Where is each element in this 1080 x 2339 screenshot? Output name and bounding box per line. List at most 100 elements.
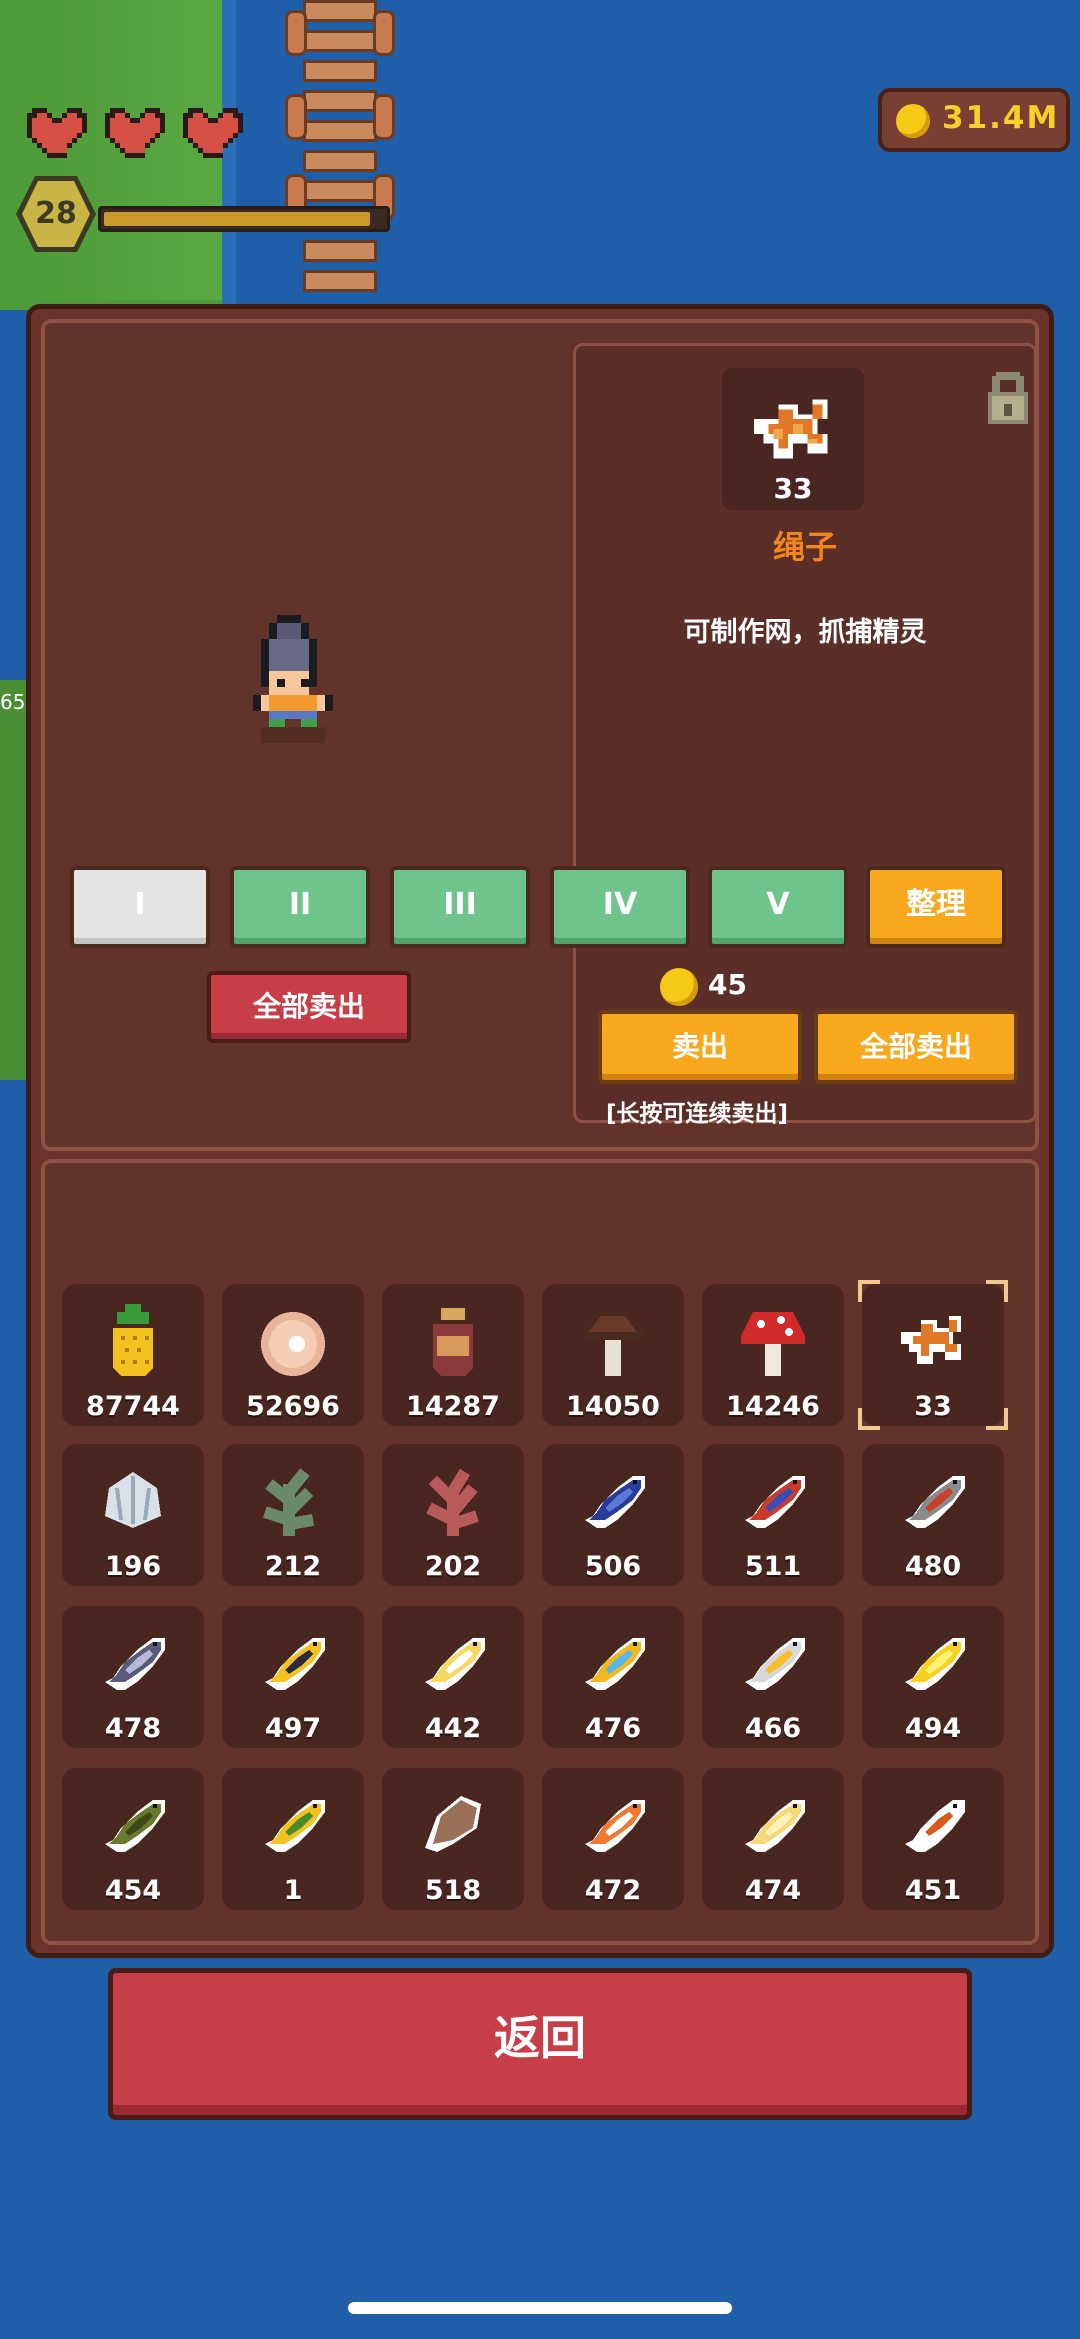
slot-count: 14050 bbox=[566, 1391, 660, 1422]
inventory-slot[interactable]: 494 bbox=[862, 1606, 1004, 1748]
selection-corner bbox=[986, 1280, 1008, 1302]
inventory-slot[interactable]: 212 bbox=[222, 1444, 364, 1586]
slot-count: 506 bbox=[584, 1551, 642, 1582]
inventory-slot[interactable]: 480 bbox=[862, 1444, 1004, 1586]
inventory-slot[interactable]: 506 bbox=[542, 1444, 684, 1586]
inventory-slot[interactable]: 1 bbox=[222, 1768, 364, 1910]
detail-area: 全部卖出 33 绳子 可制作网，抓捕精灵 45 卖出 全部卖出 [长按可连续卖出… bbox=[41, 319, 1039, 1151]
inventory-slot[interactable]: 474 bbox=[702, 1768, 844, 1910]
home-indicator bbox=[348, 2302, 732, 2314]
sort-button[interactable]: 整理 bbox=[866, 866, 1006, 948]
yellow-striped-fish-icon bbox=[253, 1620, 333, 1704]
lock-icon[interactable] bbox=[984, 368, 1032, 428]
inventory-slot[interactable]: 472 bbox=[542, 1768, 684, 1910]
slot-count: 494 bbox=[904, 1713, 962, 1744]
inventory-slot[interactable]: 14050 bbox=[542, 1284, 684, 1426]
slot-count: 33 bbox=[914, 1391, 952, 1422]
back-button[interactable]: 返回 bbox=[108, 1968, 972, 2120]
pearl-icon bbox=[253, 1298, 333, 1382]
pale-gold-fish-icon bbox=[733, 1782, 813, 1866]
brown-mushroom-icon bbox=[573, 1298, 653, 1382]
inventory-slot[interactable]: 14246 bbox=[702, 1284, 844, 1426]
tab-page-2[interactable]: II bbox=[230, 866, 370, 948]
red-mushroom-icon bbox=[733, 1298, 813, 1382]
coin-counter: 31.4M bbox=[878, 88, 1070, 152]
inventory-slot[interactable]: 476 bbox=[542, 1606, 684, 1748]
slot-count: 202 bbox=[424, 1551, 482, 1582]
slot-count: 442 bbox=[424, 1713, 482, 1744]
long-press-hint: [长按可连续卖出] bbox=[606, 1101, 789, 1127]
slot-count: 87744 bbox=[86, 1391, 180, 1422]
selection-corner bbox=[858, 1408, 880, 1430]
clownfish-icon bbox=[573, 1782, 653, 1866]
inventory-slot[interactable]: 33 bbox=[858, 1280, 1008, 1430]
inventory-slot[interactable]: 87744 bbox=[62, 1284, 204, 1426]
yellow-white-fish-icon bbox=[413, 1620, 493, 1704]
slot-count: 478 bbox=[104, 1713, 162, 1744]
slot-count: 472 bbox=[584, 1875, 642, 1906]
heart-icon bbox=[183, 108, 243, 158]
jar-icon bbox=[413, 1298, 493, 1382]
inventory-slot[interactable]: 497 bbox=[222, 1606, 364, 1748]
selection-corner bbox=[986, 1408, 1008, 1430]
slot-count: 196 bbox=[104, 1551, 162, 1582]
inventory-slot[interactable]: 478 bbox=[62, 1606, 204, 1748]
selection-corner bbox=[858, 1280, 880, 1302]
coin-amount: 31.4M bbox=[942, 100, 1060, 136]
tab-page-4[interactable]: IV bbox=[550, 866, 690, 948]
inventory-slot[interactable]: 518 bbox=[382, 1768, 524, 1910]
red-blue-fish-icon bbox=[733, 1458, 813, 1542]
green-fish-icon bbox=[93, 1782, 173, 1866]
inventory-slot[interactable]: 511 bbox=[702, 1444, 844, 1586]
sell-price: 45 bbox=[708, 968, 747, 1001]
sell-all-button[interactable]: 全部卖出 bbox=[207, 971, 411, 1043]
tab-page-1[interactable]: I bbox=[70, 866, 210, 948]
slot-count: 454 bbox=[104, 1875, 162, 1906]
inventory-slot[interactable]: 442 bbox=[382, 1606, 524, 1748]
slot-count: 480 bbox=[904, 1551, 962, 1582]
coin-icon bbox=[896, 104, 930, 138]
map-bridge bbox=[285, 0, 395, 310]
slot-count: 511 bbox=[744, 1551, 802, 1582]
koi-fish-icon bbox=[893, 1782, 973, 1866]
heart-icon bbox=[105, 108, 165, 158]
green-seaweed-icon bbox=[253, 1458, 333, 1542]
inventory-slot[interactable]: 451 bbox=[862, 1768, 1004, 1910]
white-fish-icon bbox=[733, 1620, 813, 1704]
rope-icon bbox=[893, 1298, 973, 1382]
map-side-number: 65 bbox=[0, 690, 26, 714]
yellow-green-fish-icon bbox=[253, 1782, 333, 1866]
coin-icon bbox=[660, 968, 698, 1006]
slot-count: 518 bbox=[424, 1875, 482, 1906]
slot-count: 497 bbox=[264, 1713, 322, 1744]
inventory-slot[interactable]: 52696 bbox=[222, 1284, 364, 1426]
selected-item-name: 绳子 bbox=[772, 528, 837, 566]
selected-item-description: 可制作网，抓捕精灵 bbox=[683, 617, 927, 648]
tab-page-5[interactable]: V bbox=[708, 866, 848, 948]
slot-count: 14246 bbox=[726, 1391, 820, 1422]
slot-count: 451 bbox=[904, 1875, 962, 1906]
heart-icon bbox=[27, 108, 87, 158]
red-coral-icon bbox=[413, 1458, 493, 1542]
sell-all-item-button[interactable]: 全部卖出 bbox=[814, 1010, 1018, 1084]
slot-count: 474 bbox=[744, 1875, 802, 1906]
item-detail-box: 33 绳子 可制作网，抓捕精灵 45 卖出 全部卖出 [长按可连续卖出] bbox=[573, 343, 1037, 1127]
sell-button[interactable]: 卖出 bbox=[598, 1010, 802, 1084]
gray-fish-icon bbox=[93, 1620, 173, 1704]
selected-item-count: 33 bbox=[773, 472, 813, 505]
inventory-slot[interactable]: 14287 bbox=[382, 1284, 524, 1426]
slot-count: 476 bbox=[584, 1713, 642, 1744]
slot-count: 212 bbox=[264, 1551, 322, 1582]
player-character bbox=[253, 615, 333, 743]
flatfish-icon bbox=[413, 1782, 493, 1866]
xp-bar-fill bbox=[104, 212, 370, 226]
inventory-slot[interactable]: 196 bbox=[62, 1444, 204, 1586]
inventory-slot[interactable]: 202 bbox=[382, 1444, 524, 1586]
inventory-slot[interactable]: 466 bbox=[702, 1606, 844, 1748]
slot-count: 1 bbox=[283, 1875, 303, 1906]
rope-icon bbox=[753, 399, 828, 459]
tab-page-3[interactable]: III bbox=[390, 866, 530, 948]
gray-red-fish-icon bbox=[893, 1458, 973, 1542]
inventory-slot[interactable]: 454 bbox=[62, 1768, 204, 1910]
gold-fish-icon bbox=[573, 1620, 653, 1704]
